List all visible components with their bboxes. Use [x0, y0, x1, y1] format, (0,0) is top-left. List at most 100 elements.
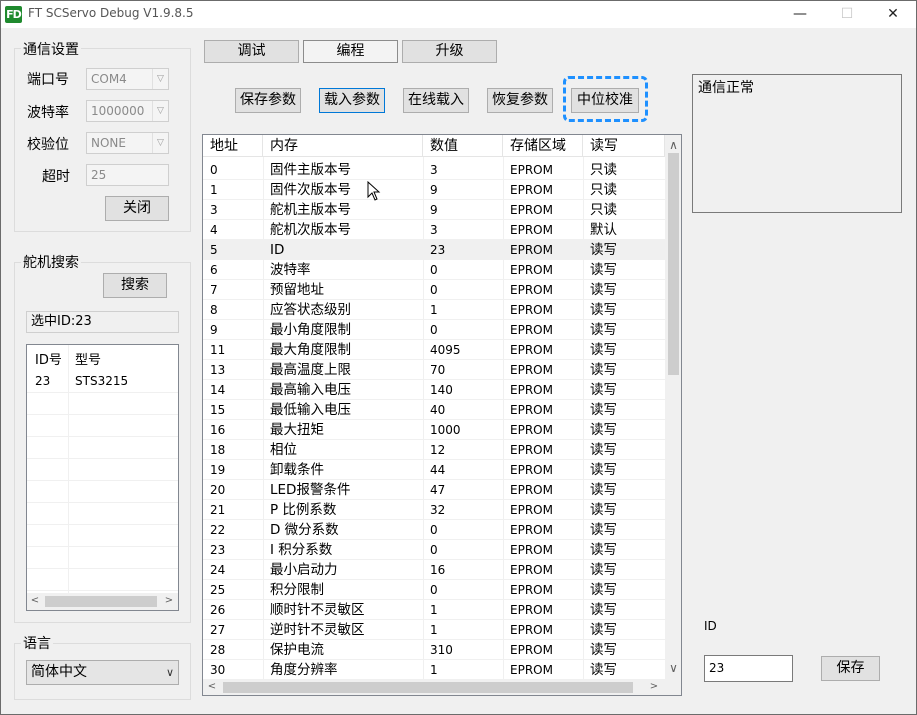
- table-vertical-scrollbar[interactable]: ∧ ∨: [665, 135, 681, 679]
- cell-value[interactable]: 1: [423, 600, 503, 620]
- cell-value[interactable]: 9: [423, 200, 503, 220]
- cell-value[interactable]: 16: [423, 560, 503, 580]
- cell-value[interactable]: 1: [423, 660, 503, 680]
- baud-value: 1000000: [91, 104, 145, 118]
- cell-value[interactable]: 1000: [423, 420, 503, 440]
- table-row[interactable]: 16 最大扭矩 1000 EPROM 读写: [203, 420, 665, 440]
- online-load-button[interactable]: 在线载入: [403, 88, 469, 113]
- maximize-button[interactable]: ☐: [824, 1, 870, 28]
- cell-value[interactable]: 4095: [423, 340, 503, 360]
- table-row[interactable]: 24 最小启动力 16 EPROM 读写: [203, 560, 665, 580]
- table-row[interactable]: 27 逆时针不灵敏区 1 EPROM 读写: [203, 620, 665, 640]
- scroll-down-icon[interactable]: ∨: [667, 661, 680, 675]
- cell-value[interactable]: 310: [423, 640, 503, 660]
- cell-value[interactable]: 70: [423, 360, 503, 380]
- table-row[interactable]: 15 最低输入电压 40 EPROM 读写: [203, 400, 665, 420]
- baud-select[interactable]: 1000000 ▽: [86, 100, 169, 122]
- cell-rw: 读写: [590, 542, 617, 558]
- cell-value[interactable]: 12: [423, 440, 503, 460]
- table-row[interactable]: 6 波特率 0 EPROM 读写: [203, 260, 665, 280]
- cell-value[interactable]: 47: [423, 480, 503, 500]
- cell-value[interactable]: 23: [423, 240, 503, 260]
- list-item[interactable]: 23 STS3215: [27, 371, 178, 393]
- table-row[interactable]: 20 LED报警条件 47 EPROM 读写: [203, 480, 665, 500]
- table-row[interactable]: 7 预留地址 0 EPROM 读写: [203, 280, 665, 300]
- cell-value[interactable]: 1: [423, 300, 503, 320]
- table-row[interactable]: 0 固件主版本号 3 EPROM 只读: [203, 160, 665, 180]
- cell-area: EPROM: [510, 363, 553, 377]
- cell-value[interactable]: 9: [423, 180, 503, 200]
- port-select[interactable]: COM4 ▽: [86, 68, 169, 90]
- scroll-left-icon[interactable]: <: [29, 595, 41, 606]
- cell-value[interactable]: 0: [423, 540, 503, 560]
- tab-upgrade[interactable]: 升级: [402, 40, 497, 63]
- table-row[interactable]: 28 保护电流 310 EPROM 读写: [203, 640, 665, 660]
- list-row-empty: [27, 437, 178, 459]
- close-port-button[interactable]: 关闭: [105, 196, 169, 221]
- minimize-button[interactable]: —: [777, 1, 823, 28]
- cell-address: 11: [210, 343, 226, 357]
- table-row[interactable]: 8 应答状态级别 1 EPROM 读写: [203, 300, 665, 320]
- table-row[interactable]: 25 积分限制 0 EPROM 读写: [203, 580, 665, 600]
- id-input[interactable]: 23: [704, 655, 793, 682]
- column-header-value[interactable]: 数值: [423, 135, 503, 157]
- language-select[interactable]: 简体中文 ∨: [26, 660, 179, 685]
- list-scroll-thumb[interactable]: [45, 596, 157, 607]
- param-table[interactable]: 地址 内存 数值 存储区域 读写 0 固件主版本号 3 EPROM 只读 1 固件次版本号 9…: [202, 134, 682, 696]
- cell-value[interactable]: 44: [423, 460, 503, 480]
- cell-address: 30: [210, 663, 226, 677]
- close-window-button[interactable]: ✕: [870, 1, 916, 28]
- search-button[interactable]: 搜索: [103, 273, 167, 298]
- cell-value[interactable]: 1: [423, 620, 503, 640]
- table-horizontal-scrollbar[interactable]: < >: [203, 679, 681, 695]
- table-row[interactable]: 1 固件次版本号 9 EPROM 只读: [203, 180, 665, 200]
- column-header-addr[interactable]: 地址: [203, 135, 263, 157]
- table-row[interactable]: 14 最高输入电压 140 EPROM 读写: [203, 380, 665, 400]
- tab-debug[interactable]: 调试: [204, 40, 299, 63]
- table-row[interactable]: 21 P 比例系数 32 EPROM 读写: [203, 500, 665, 520]
- cell-value[interactable]: 0: [423, 280, 503, 300]
- cell-value[interactable]: 40: [423, 400, 503, 420]
- column-header-memory[interactable]: 内存: [263, 135, 423, 157]
- cell-value[interactable]: 32: [423, 500, 503, 520]
- scroll-right-icon[interactable]: >: [648, 681, 660, 692]
- scroll-left-icon[interactable]: <: [206, 681, 218, 692]
- cell-value[interactable]: 0: [423, 260, 503, 280]
- table-row[interactable]: 5 ID 23 EPROM 读写: [203, 240, 665, 260]
- table-row[interactable]: 11 最大角度限制 4095 EPROM 读写: [203, 340, 665, 360]
- scroll-right-icon[interactable]: >: [163, 595, 175, 606]
- cell-value[interactable]: 0: [423, 520, 503, 540]
- column-header-rw[interactable]: 读写: [583, 135, 665, 157]
- scroll-up-icon[interactable]: ∧: [667, 138, 680, 152]
- table-row[interactable]: 26 顺时针不灵敏区 1 EPROM 读写: [203, 600, 665, 620]
- table-row[interactable]: 9 最小角度限制 0 EPROM 读写: [203, 320, 665, 340]
- table-row[interactable]: 18 相位 12 EPROM 读写: [203, 440, 665, 460]
- table-row[interactable]: 23 I 积分系数 0 EPROM 读写: [203, 540, 665, 560]
- timeout-input[interactable]: 25: [86, 164, 169, 186]
- list-horizontal-scrollbar[interactable]: < >: [27, 593, 178, 610]
- cell-value[interactable]: 140: [423, 380, 503, 400]
- save-id-button[interactable]: 保存: [821, 656, 880, 681]
- table-row[interactable]: 30 角度分辨率 1 EPROM 读写: [203, 660, 665, 680]
- cell-value[interactable]: 0: [423, 580, 503, 600]
- parity-select[interactable]: NONE ▽: [86, 132, 169, 154]
- table-row[interactable]: 22 D 微分系数 0 EPROM 读写: [203, 520, 665, 540]
- table-row[interactable]: 4 舵机次版本号 3 EPROM 默认: [203, 220, 665, 240]
- restore-params-button[interactable]: 恢复参数: [487, 88, 553, 113]
- table-row[interactable]: 19 卸载条件 44 EPROM 读写: [203, 460, 665, 480]
- cell-value[interactable]: 3: [423, 220, 503, 240]
- table-scroll-thumb[interactable]: [668, 153, 679, 375]
- maximize-icon: ☐: [840, 6, 854, 22]
- cell-value[interactable]: 0: [423, 320, 503, 340]
- tab-program[interactable]: 编程: [303, 40, 398, 63]
- table-hscroll-thumb[interactable]: [223, 682, 633, 693]
- servo-list[interactable]: ID号 型号 23 STS3215 < >: [26, 344, 179, 611]
- column-header-area[interactable]: 存储区域: [503, 135, 583, 157]
- center-calibrate-button[interactable]: 中位校准: [571, 88, 639, 113]
- load-params-button[interactable]: 载入参数: [319, 88, 385, 113]
- table-row[interactable]: 13 最高温度上限 70 EPROM 读写: [203, 360, 665, 380]
- cell-value[interactable]: 3: [423, 160, 503, 180]
- comm-settings-title: 通信设置: [21, 39, 81, 59]
- save-params-button[interactable]: 保存参数: [235, 88, 301, 113]
- table-row[interactable]: 3 舵机主版本号 9 EPROM 只读: [203, 200, 665, 220]
